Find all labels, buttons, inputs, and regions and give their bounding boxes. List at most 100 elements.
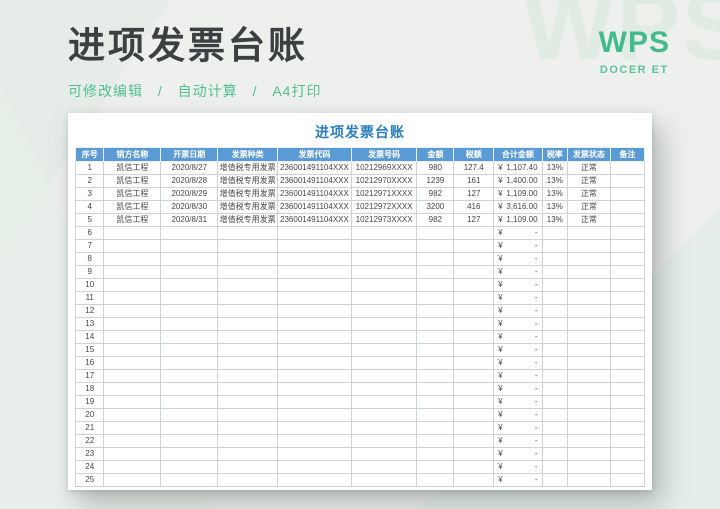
cell — [568, 279, 611, 292]
cell: 13% — [542, 175, 568, 188]
cell — [104, 370, 161, 383]
table-row: 15¥- — [76, 344, 645, 357]
cell — [351, 227, 416, 240]
currency-symbol: ¥ — [498, 216, 502, 224]
cell-total-amount: ¥- — [494, 448, 542, 461]
currency-symbol: ¥ — [498, 229, 502, 237]
cell: 13% — [542, 188, 568, 201]
cell — [277, 461, 351, 474]
cell — [161, 435, 218, 448]
cell — [161, 461, 218, 474]
cell — [161, 279, 218, 292]
cell-total-amount: ¥- — [494, 305, 542, 318]
total-value: 1,109.00 — [506, 190, 537, 198]
cell — [417, 253, 454, 266]
cell — [277, 331, 351, 344]
cell — [277, 357, 351, 370]
cell — [161, 266, 218, 279]
cell — [218, 240, 278, 253]
cell — [610, 175, 644, 188]
cell-total-amount: ¥- — [494, 318, 542, 331]
total-value: - — [535, 424, 538, 432]
table-row: 4凯信工程2020/8/30增值税专用发票236001491104XXX1021… — [76, 201, 645, 214]
cell — [542, 448, 568, 461]
cell — [610, 461, 644, 474]
cell: 2020/8/28 — [161, 175, 218, 188]
cell — [610, 292, 644, 305]
cell — [351, 240, 416, 253]
subtitle-feature-a4print: A4打印 — [272, 83, 321, 99]
cell — [610, 266, 644, 279]
total-value: - — [535, 359, 538, 367]
subtitle-feature-editable: 可修改编辑 — [68, 83, 143, 99]
cell — [610, 435, 644, 448]
column-header-no: 序号 — [76, 148, 104, 162]
cell — [454, 383, 494, 396]
cell — [610, 318, 644, 331]
table-row: 3凯信工程2020/8/29增值税专用发票236001491104XXX1021… — [76, 188, 645, 201]
template-preview-page: WPS 进项发票台账 可修改编辑 / 自动计算 / A4打印 WPS DOCER… — [0, 0, 720, 509]
cell — [568, 461, 611, 474]
cell: 236001491104XXX — [277, 201, 351, 214]
cell-total-amount: ¥- — [494, 227, 542, 240]
cell — [610, 474, 644, 487]
currency-symbol: ¥ — [498, 242, 502, 250]
cell: 10212971XXXX — [351, 188, 416, 201]
cell — [542, 305, 568, 318]
cell — [568, 383, 611, 396]
currency-symbol: ¥ — [498, 476, 502, 484]
cell: 增值税专用发票 — [218, 188, 278, 201]
table-row: 13¥- — [76, 318, 645, 331]
cell: 13% — [542, 214, 568, 227]
cell — [351, 409, 416, 422]
cell — [161, 396, 218, 409]
cell: 14 — [76, 331, 104, 344]
cell: 19 — [76, 396, 104, 409]
cell — [417, 292, 454, 305]
cell — [218, 448, 278, 461]
cell — [218, 292, 278, 305]
cell — [568, 266, 611, 279]
currency-symbol: ¥ — [498, 164, 502, 172]
table-row: 21¥- — [76, 422, 645, 435]
cell — [351, 383, 416, 396]
cell — [542, 344, 568, 357]
cell — [454, 227, 494, 240]
cell — [610, 409, 644, 422]
cell: 4 — [76, 201, 104, 214]
docer-et-label: DOCER ET — [599, 64, 670, 76]
cell — [568, 240, 611, 253]
cell: 2020/8/29 — [161, 188, 218, 201]
cell — [610, 240, 644, 253]
cell — [610, 383, 644, 396]
table-row: 17¥- — [76, 370, 645, 383]
cell — [454, 435, 494, 448]
cell: 2020/8/31 — [161, 214, 218, 227]
cell: 凯信工程 — [104, 188, 161, 201]
cell — [161, 370, 218, 383]
cell-total-amount: ¥- — [494, 279, 542, 292]
cell: 127 — [454, 188, 494, 201]
table-row: 10¥- — [76, 279, 645, 292]
cell: 正常 — [568, 188, 611, 201]
cell — [417, 422, 454, 435]
cell — [610, 162, 644, 175]
cell — [351, 396, 416, 409]
table-row: 14¥- — [76, 331, 645, 344]
cell — [351, 344, 416, 357]
column-header-note: 备注 — [610, 148, 644, 162]
cell — [218, 370, 278, 383]
cell — [454, 279, 494, 292]
cell — [161, 422, 218, 435]
cell — [104, 474, 161, 487]
cell-total-amount: ¥- — [494, 396, 542, 409]
cell — [542, 383, 568, 396]
cell — [417, 396, 454, 409]
cell — [351, 435, 416, 448]
cell — [568, 318, 611, 331]
cell — [568, 448, 611, 461]
cell — [104, 331, 161, 344]
cell — [568, 305, 611, 318]
total-value: - — [535, 372, 538, 380]
cell: 2020/8/30 — [161, 201, 218, 214]
